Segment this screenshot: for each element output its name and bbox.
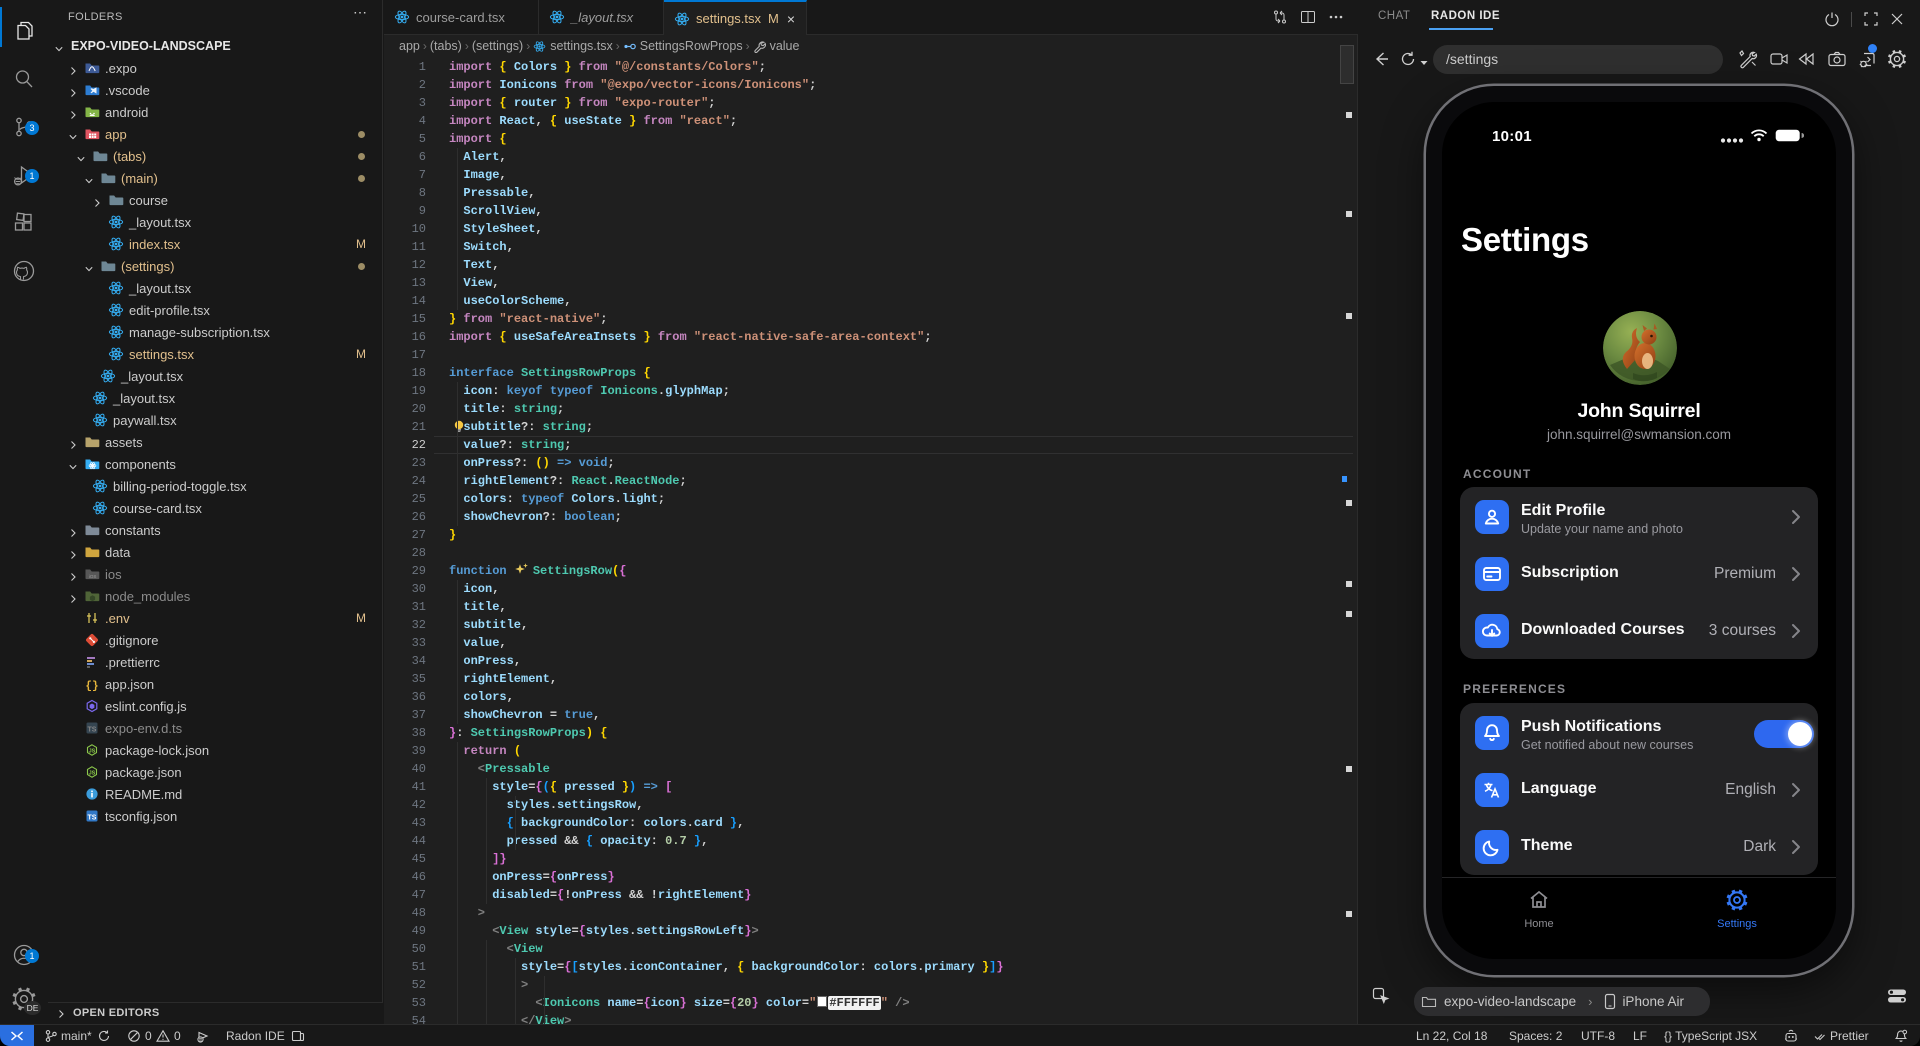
svg-text:{}: {} bbox=[85, 681, 98, 693]
svg-text:JS: JS bbox=[89, 771, 96, 777]
svg-text:TS: TS bbox=[88, 727, 97, 734]
svg-text:iOS: iOS bbox=[89, 574, 97, 579]
svg-text:JS: JS bbox=[89, 749, 96, 755]
svg-text:TS: TS bbox=[88, 815, 97, 822]
